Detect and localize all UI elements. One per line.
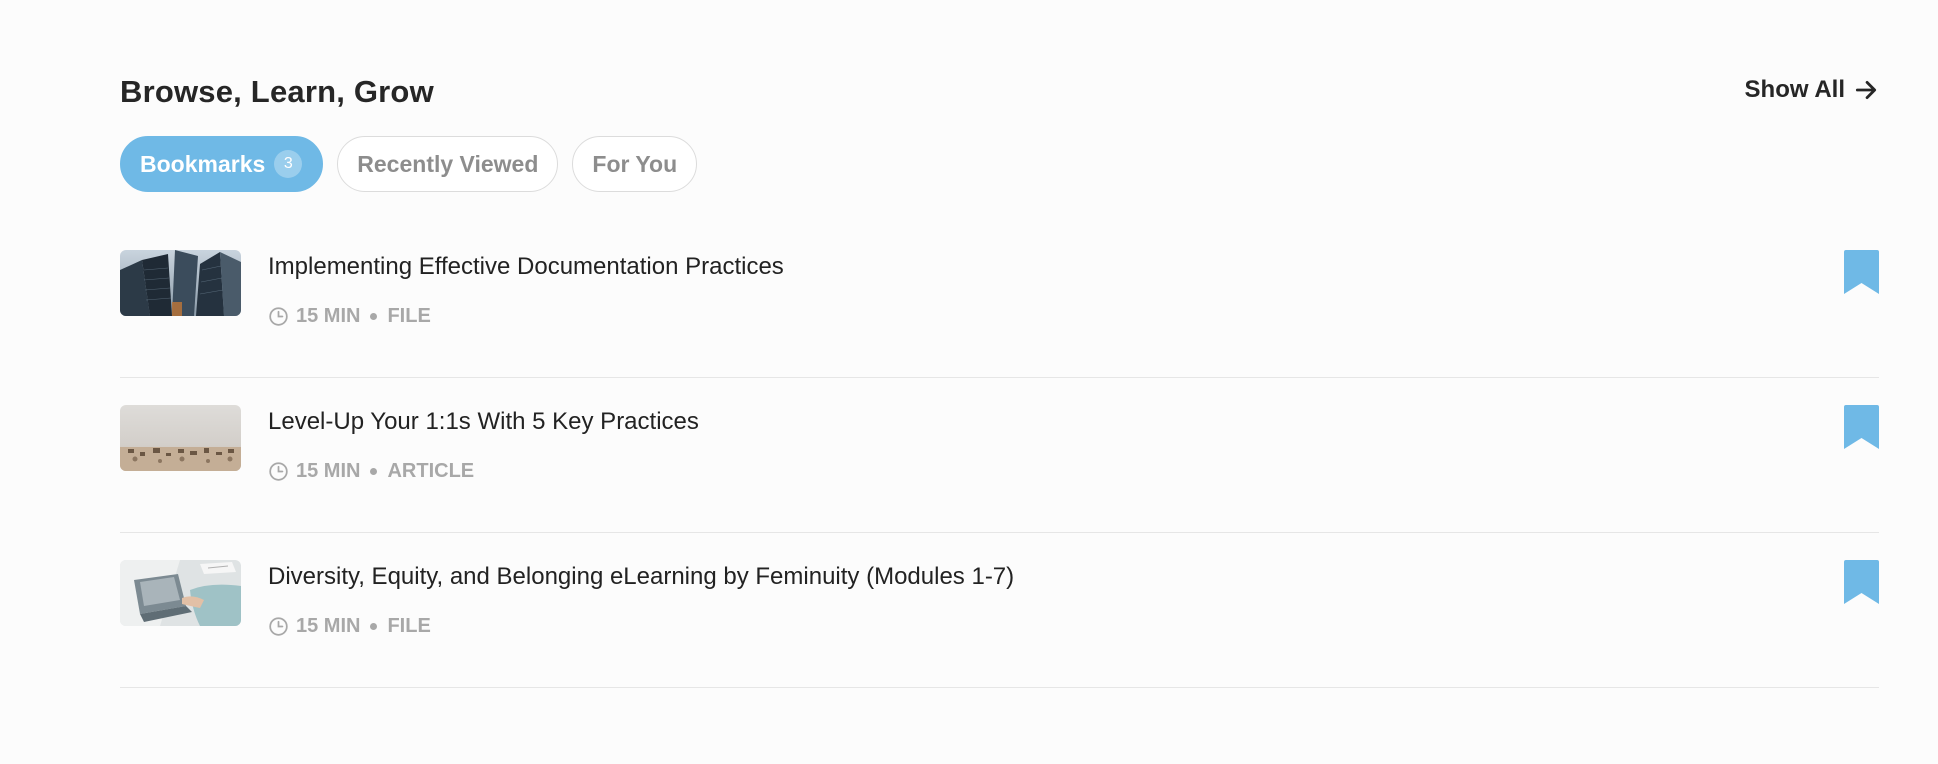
- arrow-right-icon: [1855, 81, 1877, 99]
- item-title[interactable]: Implementing Effective Documentation Pra…: [268, 253, 784, 281]
- item-type: ARTICLE: [387, 460, 475, 482]
- thumbnail-image: [120, 560, 241, 626]
- item-type: FILE: [387, 305, 431, 327]
- clock-icon: [269, 462, 288, 481]
- thumbnail-image: [120, 250, 241, 316]
- item-title[interactable]: Diversity, Equity, and Belonging eLearni…: [268, 563, 1014, 591]
- content-list: Implementing Effective Documentation Pra…: [120, 223, 1879, 688]
- show-all-label: Show All: [1744, 76, 1845, 103]
- item-meta: 15 MIN FILE: [268, 615, 431, 638]
- list-item[interactable]: Level-Up Your 1:1s With 5 Key Practices …: [120, 378, 1879, 533]
- filter-tabs: Bookmarks 3 Recently Viewed For You: [120, 136, 698, 192]
- bookmark-filled-icon: [1844, 250, 1879, 294]
- bookmark-button[interactable]: [1844, 250, 1879, 294]
- item-duration: 15 MIN: [296, 460, 361, 482]
- browse-learn-grow-widget: Browse, Learn, Grow Show All Bookmarks 3…: [120, 0, 1879, 750]
- bookmark-button[interactable]: [1844, 560, 1879, 604]
- list-item[interactable]: Diversity, Equity, and Belonging eLearni…: [120, 533, 1879, 688]
- show-all-link[interactable]: Show All: [1745, 76, 1879, 104]
- item-duration: 15 MIN: [296, 615, 361, 637]
- bookmark-button[interactable]: [1844, 405, 1879, 449]
- section-header: Browse, Learn, Grow Show All: [120, 74, 1879, 110]
- tab-recently-viewed[interactable]: Recently Viewed: [337, 136, 559, 192]
- bookmark-count-badge: 3: [274, 150, 303, 178]
- item-meta: 15 MIN FILE: [268, 305, 431, 328]
- section-title: Browse, Learn, Grow: [120, 74, 434, 109]
- separator-dot: [370, 468, 378, 475]
- bookmark-filled-icon: [1844, 405, 1879, 449]
- item-title[interactable]: Level-Up Your 1:1s With 5 Key Practices: [268, 408, 699, 436]
- list-item[interactable]: Implementing Effective Documentation Pra…: [120, 223, 1879, 378]
- tab-bookmarks[interactable]: Bookmarks 3: [120, 136, 324, 192]
- tab-label: Bookmarks: [140, 150, 266, 177]
- item-meta: 15 MIN ARTICLE: [268, 460, 474, 483]
- item-duration: 15 MIN: [296, 305, 361, 327]
- separator-dot: [370, 313, 378, 320]
- tab-label: For You: [592, 150, 678, 177]
- thumbnail-image: [120, 405, 241, 471]
- separator-dot: [370, 623, 378, 630]
- bookmark-filled-icon: [1844, 560, 1879, 604]
- tab-label: Recently Viewed: [357, 150, 539, 177]
- item-type: FILE: [387, 615, 431, 637]
- tab-for-you[interactable]: For You: [572, 136, 698, 192]
- clock-icon: [269, 617, 288, 636]
- clock-icon: [269, 307, 288, 326]
